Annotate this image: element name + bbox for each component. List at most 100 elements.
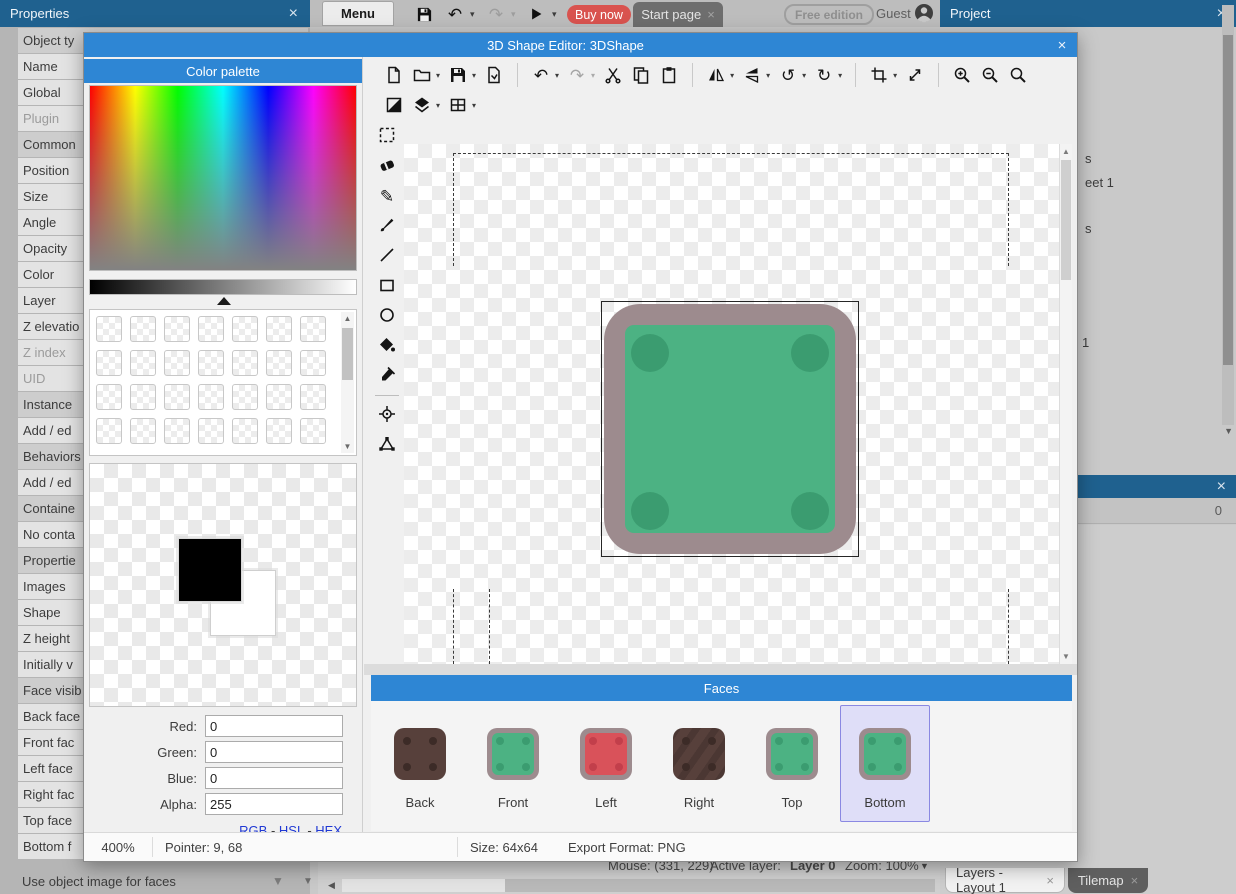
swatch-scrollbar[interactable]: ▲ ▼ <box>341 312 354 453</box>
flip-horizontal-dropdown-caret[interactable]: ▾ <box>730 71 734 80</box>
scroll-left-arrow-icon[interactable]: ◀ <box>328 880 335 891</box>
grid-button[interactable] <box>446 93 470 117</box>
project-tree-item-fragment[interactable]: s <box>1085 221 1092 236</box>
color-swatch-empty[interactable] <box>198 316 224 342</box>
value-slider[interactable] <box>89 279 357 295</box>
flip-vertical-dropdown-caret[interactable]: ▾ <box>766 71 770 80</box>
background-color-button[interactable] <box>382 93 406 117</box>
chevron-down-icon[interactable]: ▼ <box>920 861 929 871</box>
canvas-vertical-scrollbar[interactable]: ▲ ▼ <box>1059 144 1072 664</box>
layers-dropdown-caret[interactable]: ▾ <box>436 101 440 110</box>
color-swatch-empty[interactable] <box>300 384 326 410</box>
open-folder-button[interactable] <box>410 63 434 87</box>
play-button[interactable] <box>526 4 546 24</box>
color-swatch-empty[interactable] <box>266 418 292 444</box>
color-swatch-empty[interactable] <box>130 316 156 342</box>
copy-button[interactable] <box>629 63 653 87</box>
primary-color-swatch[interactable] <box>178 538 242 602</box>
redo-dropdown-caret[interactable]: ▾ <box>591 71 595 80</box>
face-thumbnail-left[interactable] <box>580 728 632 780</box>
layout-horizontal-scrollbar[interactable]: ◀ <box>318 877 940 894</box>
project-tree-item-fragment[interactable]: 1 <box>1082 335 1089 350</box>
dialog-titlebar[interactable]: 3D Shape Editor: 3DShape × <box>84 33 1077 57</box>
flip-horizontal-button[interactable] <box>704 63 728 87</box>
color-swatch-empty[interactable] <box>232 384 258 410</box>
rotate-ccw-dropdown-caret[interactable]: ▾ <box>802 71 806 80</box>
color-swatch-empty[interactable] <box>232 418 258 444</box>
color-swatch-empty[interactable] <box>130 418 156 444</box>
close-icon[interactable]: × <box>1131 873 1139 888</box>
color-swatch-empty[interactable] <box>130 384 156 410</box>
fill-button[interactable] <box>374 333 400 359</box>
grid-dropdown-caret[interactable]: ▾ <box>472 101 476 110</box>
color-swatch-empty[interactable] <box>300 350 326 376</box>
new-file-button[interactable] <box>382 63 406 87</box>
layers-button[interactable] <box>410 93 434 117</box>
redo-button[interactable]: ↷ <box>486 4 506 24</box>
scroll-up-arrow-icon[interactable]: ▲ <box>1060 147 1072 156</box>
zoom-out-button[interactable] <box>978 63 1002 87</box>
close-icon[interactable]: × <box>289 6 298 22</box>
tab-start-page[interactable]: Start page × <box>633 2 723 27</box>
ellipse-button[interactable] <box>374 303 400 329</box>
face-item-back[interactable]: Back <box>375 705 465 822</box>
color-swatch-empty[interactable] <box>198 418 224 444</box>
face-item-front[interactable]: Front <box>468 705 558 822</box>
undo-button[interactable]: ↶ <box>445 4 465 24</box>
pencil-button[interactable]: ✎ <box>374 183 400 209</box>
face-item-bottom[interactable]: Bottom <box>840 705 930 822</box>
color-swatch-empty[interactable] <box>266 384 292 410</box>
scroll-up-arrow-icon[interactable]: ▲ <box>341 314 354 323</box>
zoom-reset-button[interactable] <box>1006 63 1030 87</box>
color-swatch-empty[interactable] <box>130 350 156 376</box>
alpha-field[interactable] <box>205 793 343 815</box>
save-project-button[interactable] <box>414 4 434 24</box>
open-folder-dropdown-caret[interactable]: ▾ <box>436 71 440 80</box>
properties-footer-dropdown[interactable]: Use object image for faces ▼ ▼ <box>0 868 310 894</box>
close-icon[interactable]: × <box>707 7 715 22</box>
line-button[interactable] <box>374 243 400 269</box>
editor-canvas[interactable] <box>404 144 1059 664</box>
tab-tilemap[interactable]: Tilemap × <box>1068 868 1148 893</box>
color-swatch-empty[interactable] <box>164 384 190 410</box>
project-tree-item-fragment[interactable]: s <box>1085 151 1092 166</box>
face-thumbnail-top[interactable] <box>766 728 818 780</box>
undo-dropdown-caret[interactable]: ▾ <box>470 9 475 20</box>
blue-field[interactable] <box>205 767 343 789</box>
color-swatch-empty[interactable] <box>232 350 258 376</box>
color-swatch-empty[interactable] <box>96 384 122 410</box>
value-slider-marker[interactable] <box>217 297 231 305</box>
project-scrollbar[interactable] <box>1222 5 1234 425</box>
close-icon[interactable]: × <box>1046 873 1054 888</box>
resize-button[interactable] <box>903 63 927 87</box>
buy-now-button[interactable]: Buy now <box>567 5 631 24</box>
brush-button[interactable] <box>374 213 400 239</box>
chevron-down-icon[interactable]: ▼ <box>303 876 313 887</box>
close-icon[interactable]: × <box>1047 37 1077 54</box>
face-thumbnail-right[interactable] <box>673 728 725 780</box>
zoom-in-button[interactable] <box>950 63 974 87</box>
project-tree-item-fragment[interactable]: eet 1 <box>1085 175 1114 190</box>
face-thumbnail-back[interactable] <box>394 728 446 780</box>
color-swatch-empty[interactable] <box>300 418 326 444</box>
redo-dropdown-caret[interactable]: ▾ <box>511 9 516 20</box>
color-swatch-empty[interactable] <box>266 350 292 376</box>
select-rectangle-button[interactable] <box>374 123 400 149</box>
color-swatch-empty[interactable] <box>232 316 258 342</box>
red-field[interactable] <box>205 715 343 737</box>
image-selection[interactable] <box>601 301 859 557</box>
user-account-button[interactable] <box>914 3 934 26</box>
face-item-left[interactable]: Left <box>561 705 651 822</box>
green-field[interactable] <box>205 741 343 763</box>
crop-button[interactable] <box>867 63 891 87</box>
tab-layers-layout-1[interactable]: Layers - Layout 1 × <box>945 868 1065 893</box>
scrollbar-thumb[interactable] <box>1061 160 1071 280</box>
origin-button[interactable] <box>374 402 400 428</box>
color-swatch-empty[interactable] <box>96 350 122 376</box>
color-swatch-empty[interactable] <box>198 384 224 410</box>
image-points-button[interactable] <box>374 432 400 458</box>
scrollbar-thumb[interactable] <box>505 879 935 892</box>
save-dropdown-caret[interactable]: ▾ <box>472 71 476 80</box>
cut-button[interactable] <box>601 63 625 87</box>
paste-button[interactable] <box>657 63 681 87</box>
